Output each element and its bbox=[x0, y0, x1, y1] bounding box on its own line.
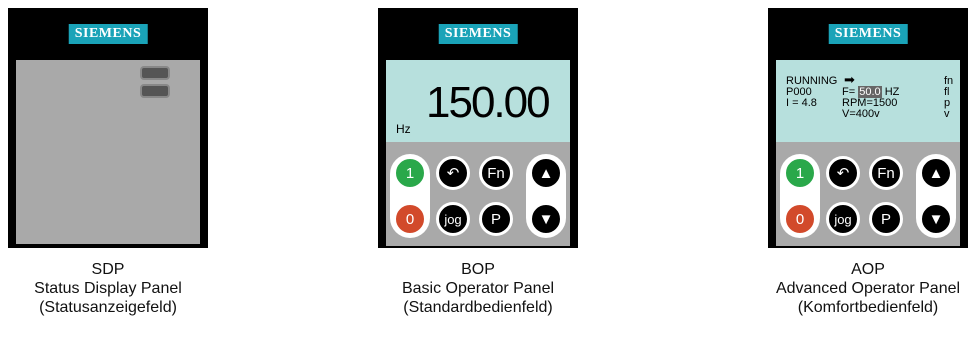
jog-button[interactable]: jog bbox=[436, 202, 470, 236]
aop-name-de: (Komfortbedienfeld) bbox=[797, 299, 939, 316]
reverse-button[interactable]: ↶ bbox=[826, 156, 860, 190]
siemens-logo: SIEMENS bbox=[438, 24, 518, 44]
bop-caption: BOP Basic Operator Panel (Standardbedien… bbox=[348, 260, 608, 317]
bop-display-value: 150.00 bbox=[426, 78, 551, 127]
sdp-device: SIEMENS bbox=[8, 8, 208, 248]
fn-button[interactable]: Fn bbox=[479, 156, 513, 190]
fn-button[interactable]: Fn bbox=[869, 156, 903, 190]
off-button[interactable]: 0 bbox=[783, 202, 817, 236]
aop-caption: AOP Advanced Operator Panel (Komfortbedi… bbox=[738, 260, 980, 317]
siemens-logo: SIEMENS bbox=[68, 24, 148, 44]
off-button[interactable]: 0 bbox=[393, 202, 427, 236]
up-button[interactable]: ▲ bbox=[919, 156, 953, 190]
p-button[interactable]: P bbox=[869, 202, 903, 236]
bop-code: BOP bbox=[461, 261, 495, 278]
aop-volt: V=400v bbox=[842, 108, 880, 120]
bop-display-unit: Hz bbox=[396, 122, 411, 136]
jog-button[interactable]: jog bbox=[826, 202, 860, 236]
sdp-name-de: (Statusanzeigefeld) bbox=[39, 299, 177, 316]
aop-keypad: 1 0 ↶ jog Fn P ▲ ▼ bbox=[776, 142, 960, 246]
aop-display: RUNNING ➡ P000 I = 4.8 F= 50.0 HZ RPM=15… bbox=[776, 60, 960, 142]
down-button[interactable]: ▼ bbox=[529, 202, 563, 236]
aop-name: Advanced Operator Panel bbox=[775, 280, 961, 297]
bop-display: 150.00 Hz bbox=[386, 60, 570, 142]
p-button[interactable]: P bbox=[479, 202, 513, 236]
siemens-logo: SIEMENS bbox=[828, 24, 908, 44]
on-button[interactable]: 1 bbox=[783, 156, 817, 190]
bop-name: Basic Operator Panel bbox=[401, 280, 555, 297]
bop-keypad: 1 0 ↶ jog Fn P ▲ ▼ bbox=[386, 142, 570, 246]
aop-current: I = 4.8 bbox=[786, 97, 817, 109]
bop-name-de: (Standardbedienfeld) bbox=[403, 299, 553, 316]
status-led-icon bbox=[140, 66, 170, 106]
aop-code: AOP bbox=[851, 261, 885, 278]
on-button[interactable]: 1 bbox=[393, 156, 427, 190]
down-button[interactable]: ▼ bbox=[919, 202, 953, 236]
arrow-right-icon: ➡ bbox=[844, 72, 855, 87]
sdp-name: Status Display Panel bbox=[34, 280, 182, 297]
reverse-button[interactable]: ↶ bbox=[436, 156, 470, 190]
bop-device: SIEMENS 150.00 Hz 1 0 ↶ jog Fn P ▲ ▼ bbox=[378, 8, 578, 248]
aop-side-v: v bbox=[944, 108, 950, 120]
sdp-caption: SDP Status Display Panel (Statusanzeigef… bbox=[0, 260, 238, 317]
aop-device: SIEMENS RUNNING ➡ P000 I = 4.8 F= 50.0 H… bbox=[768, 8, 968, 248]
up-button[interactable]: ▲ bbox=[529, 156, 563, 190]
sdp-face bbox=[16, 60, 200, 244]
sdp-code: SDP bbox=[91, 261, 125, 278]
